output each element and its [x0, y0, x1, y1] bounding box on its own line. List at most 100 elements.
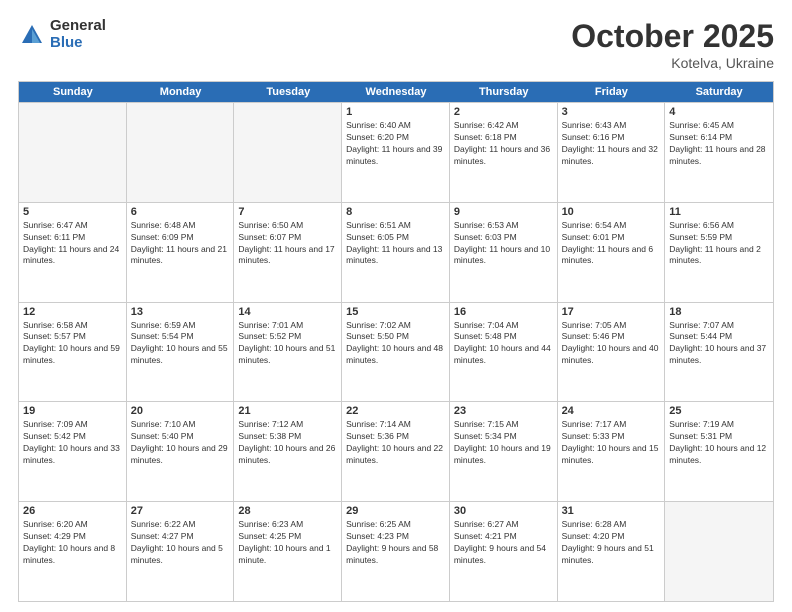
day-number: 7 [238, 206, 337, 218]
day-info: Sunrise: 6:20 AM Sunset: 4:29 PM Dayligh… [23, 519, 122, 567]
logo-general: General [50, 18, 106, 35]
weekday-header-monday: Monday [127, 82, 235, 102]
weekday-header-thursday: Thursday [450, 82, 558, 102]
calendar-cell-10: 10 Sunrise: 6:54 AM Sunset: 6:01 PM Dayli… [558, 203, 666, 302]
calendar-cell-7: 7 Sunrise: 6:50 AM Sunset: 6:07 PM Daylig… [234, 203, 342, 302]
day-number: 10 [562, 206, 661, 218]
location: Kotelva, Ukraine [571, 55, 774, 71]
calendar-cell-3: 3Sunrise: 6:43 AM Sunset: 6:16 PM Daylig… [558, 103, 666, 202]
day-info: Sunrise: 6:59 AM Sunset: 5:54 PM Dayligh… [131, 320, 230, 368]
day-info: Sunrise: 7:04 AM Sunset: 5:48 PM Dayligh… [454, 320, 553, 368]
day-number: 17 [562, 306, 661, 318]
calendar-cell-18: 18 Sunrise: 7:07 AM Sunset: 5:44 PM Dayli… [665, 303, 773, 402]
calendar-cell-12: 12 Sunrise: 6:58 AM Sunset: 5:57 PM Dayli… [19, 303, 127, 402]
logo-blue: Blue [50, 35, 106, 52]
day-number: 14 [238, 306, 337, 318]
weekday-header-wednesday: Wednesday [342, 82, 450, 102]
calendar-cell-empty-0-1 [127, 103, 235, 202]
day-info: Sunrise: 6:28 AM Sunset: 4:20 PM Dayligh… [562, 519, 661, 567]
calendar-row-4: 26 Sunrise: 6:20 AM Sunset: 4:29 PM Dayli… [19, 501, 773, 601]
day-info: Sunrise: 6:22 AM Sunset: 4:27 PM Dayligh… [131, 519, 230, 567]
calendar-cell-28: 28Sunrise: 6:23 AM Sunset: 4:25 PM Dayli… [234, 502, 342, 601]
calendar-cell-22: 22Sunrise: 7:14 AM Sunset: 5:36 PM Dayli… [342, 402, 450, 501]
day-number: 20 [131, 405, 230, 417]
day-number: 4 [669, 106, 769, 118]
day-number: 2 [454, 106, 553, 118]
calendar-cell-27: 27Sunrise: 6:22 AM Sunset: 4:27 PM Dayli… [127, 502, 235, 601]
day-info: Sunrise: 7:01 AM Sunset: 5:52 PM Dayligh… [238, 320, 337, 368]
day-info: Sunrise: 7:02 AM Sunset: 5:50 PM Dayligh… [346, 320, 445, 368]
calendar-cell-5: 5 Sunrise: 6:47 AM Sunset: 6:11 PM Daylig… [19, 203, 127, 302]
day-info: Sunrise: 7:15 AM Sunset: 5:34 PM Dayligh… [454, 419, 553, 467]
day-number: 13 [131, 306, 230, 318]
logo-icon [18, 21, 46, 49]
calendar-cell-14: 14 Sunrise: 7:01 AM Sunset: 5:52 PM Dayli… [234, 303, 342, 402]
calendar-cell-empty-0-2 [234, 103, 342, 202]
day-number: 6 [131, 206, 230, 218]
day-info: Sunrise: 6:27 AM Sunset: 4:21 PM Dayligh… [454, 519, 553, 567]
calendar-cell-17: 17 Sunrise: 7:05 AM Sunset: 5:46 PM Dayli… [558, 303, 666, 402]
day-number: 31 [562, 505, 661, 517]
calendar-cell-9: 9Sunrise: 6:53 AM Sunset: 6:03 PM Daylig… [450, 203, 558, 302]
day-number: 12 [23, 306, 122, 318]
calendar-cell-26: 26 Sunrise: 6:20 AM Sunset: 4:29 PM Dayli… [19, 502, 127, 601]
day-info: Sunrise: 7:19 AM Sunset: 5:31 PM Dayligh… [669, 419, 769, 467]
calendar-cell-30: 30 Sunrise: 6:27 AM Sunset: 4:21 PM Dayli… [450, 502, 558, 601]
day-number: 23 [454, 405, 553, 417]
day-number: 8 [346, 206, 445, 218]
day-info: Sunrise: 6:50 AM Sunset: 6:07 PM Dayligh… [238, 220, 337, 268]
day-info: Sunrise: 6:40 AM Sunset: 6:20 PM Dayligh… [346, 120, 445, 168]
calendar-cell-8: 8Sunrise: 6:51 AM Sunset: 6:05 PM Daylig… [342, 203, 450, 302]
calendar-cell-4: 4 Sunrise: 6:45 AM Sunset: 6:14 PM Daylig… [665, 103, 773, 202]
day-number: 26 [23, 505, 122, 517]
calendar-cell-11: 11 Sunrise: 6:56 AM Sunset: 5:59 PM Dayli… [665, 203, 773, 302]
calendar-cell-19: 19Sunrise: 7:09 AM Sunset: 5:42 PM Dayli… [19, 402, 127, 501]
day-number: 11 [669, 206, 769, 218]
weekday-header-tuesday: Tuesday [234, 82, 342, 102]
day-number: 9 [454, 206, 553, 218]
calendar-cell-25: 25 Sunrise: 7:19 AM Sunset: 5:31 PM Dayli… [665, 402, 773, 501]
day-number: 30 [454, 505, 553, 517]
day-number: 25 [669, 405, 769, 417]
day-info: Sunrise: 6:58 AM Sunset: 5:57 PM Dayligh… [23, 320, 122, 368]
calendar-header: SundayMondayTuesdayWednesdayThursdayFrid… [19, 82, 773, 102]
header: General Blue October 2025 Kotelva, Ukrai… [18, 18, 774, 71]
month-title: October 2025 [571, 18, 774, 55]
calendar-cell-20: 20 Sunrise: 7:10 AM Sunset: 5:40 PM Dayli… [127, 402, 235, 501]
day-number: 28 [238, 505, 337, 517]
day-number: 16 [454, 306, 553, 318]
day-info: Sunrise: 7:10 AM Sunset: 5:40 PM Dayligh… [131, 419, 230, 467]
day-number: 5 [23, 206, 122, 218]
day-info: Sunrise: 7:07 AM Sunset: 5:44 PM Dayligh… [669, 320, 769, 368]
day-info: Sunrise: 6:42 AM Sunset: 6:18 PM Dayligh… [454, 120, 553, 168]
day-number: 22 [346, 405, 445, 417]
day-number: 18 [669, 306, 769, 318]
day-info: Sunrise: 6:43 AM Sunset: 6:16 PM Dayligh… [562, 120, 661, 168]
calendar-row-0: 1Sunrise: 6:40 AM Sunset: 6:20 PM Daylig… [19, 102, 773, 202]
day-info: Sunrise: 6:45 AM Sunset: 6:14 PM Dayligh… [669, 120, 769, 168]
calendar-cell-1: 1Sunrise: 6:40 AM Sunset: 6:20 PM Daylig… [342, 103, 450, 202]
day-info: Sunrise: 6:48 AM Sunset: 6:09 PM Dayligh… [131, 220, 230, 268]
logo-text: General Blue [50, 18, 106, 51]
title-block: October 2025 Kotelva, Ukraine [571, 18, 774, 71]
calendar-cell-16: 16 Sunrise: 7:04 AM Sunset: 5:48 PM Dayli… [450, 303, 558, 402]
calendar-cell-29: 29Sunrise: 6:25 AM Sunset: 4:23 PM Dayli… [342, 502, 450, 601]
calendar-cell-6: 6 Sunrise: 6:48 AM Sunset: 6:09 PM Daylig… [127, 203, 235, 302]
calendar-cell-13: 13 Sunrise: 6:59 AM Sunset: 5:54 PM Dayli… [127, 303, 235, 402]
day-number: 15 [346, 306, 445, 318]
day-info: Sunrise: 7:09 AM Sunset: 5:42 PM Dayligh… [23, 419, 122, 467]
weekday-header-friday: Friday [558, 82, 666, 102]
calendar: SundayMondayTuesdayWednesdayThursdayFrid… [18, 81, 774, 602]
day-info: Sunrise: 7:05 AM Sunset: 5:46 PM Dayligh… [562, 320, 661, 368]
weekday-header-sunday: Sunday [19, 82, 127, 102]
calendar-cell-empty-4-6 [665, 502, 773, 601]
day-info: Sunrise: 6:56 AM Sunset: 5:59 PM Dayligh… [669, 220, 769, 268]
calendar-cell-2: 2 Sunrise: 6:42 AM Sunset: 6:18 PM Daylig… [450, 103, 558, 202]
calendar-row-1: 5 Sunrise: 6:47 AM Sunset: 6:11 PM Daylig… [19, 202, 773, 302]
day-info: Sunrise: 7:12 AM Sunset: 5:38 PM Dayligh… [238, 419, 337, 467]
day-number: 29 [346, 505, 445, 517]
day-info: Sunrise: 6:54 AM Sunset: 6:01 PM Dayligh… [562, 220, 661, 268]
calendar-row-3: 19Sunrise: 7:09 AM Sunset: 5:42 PM Dayli… [19, 401, 773, 501]
calendar-cell-21: 21Sunrise: 7:12 AM Sunset: 5:38 PM Dayli… [234, 402, 342, 501]
day-info: Sunrise: 6:47 AM Sunset: 6:11 PM Dayligh… [23, 220, 122, 268]
